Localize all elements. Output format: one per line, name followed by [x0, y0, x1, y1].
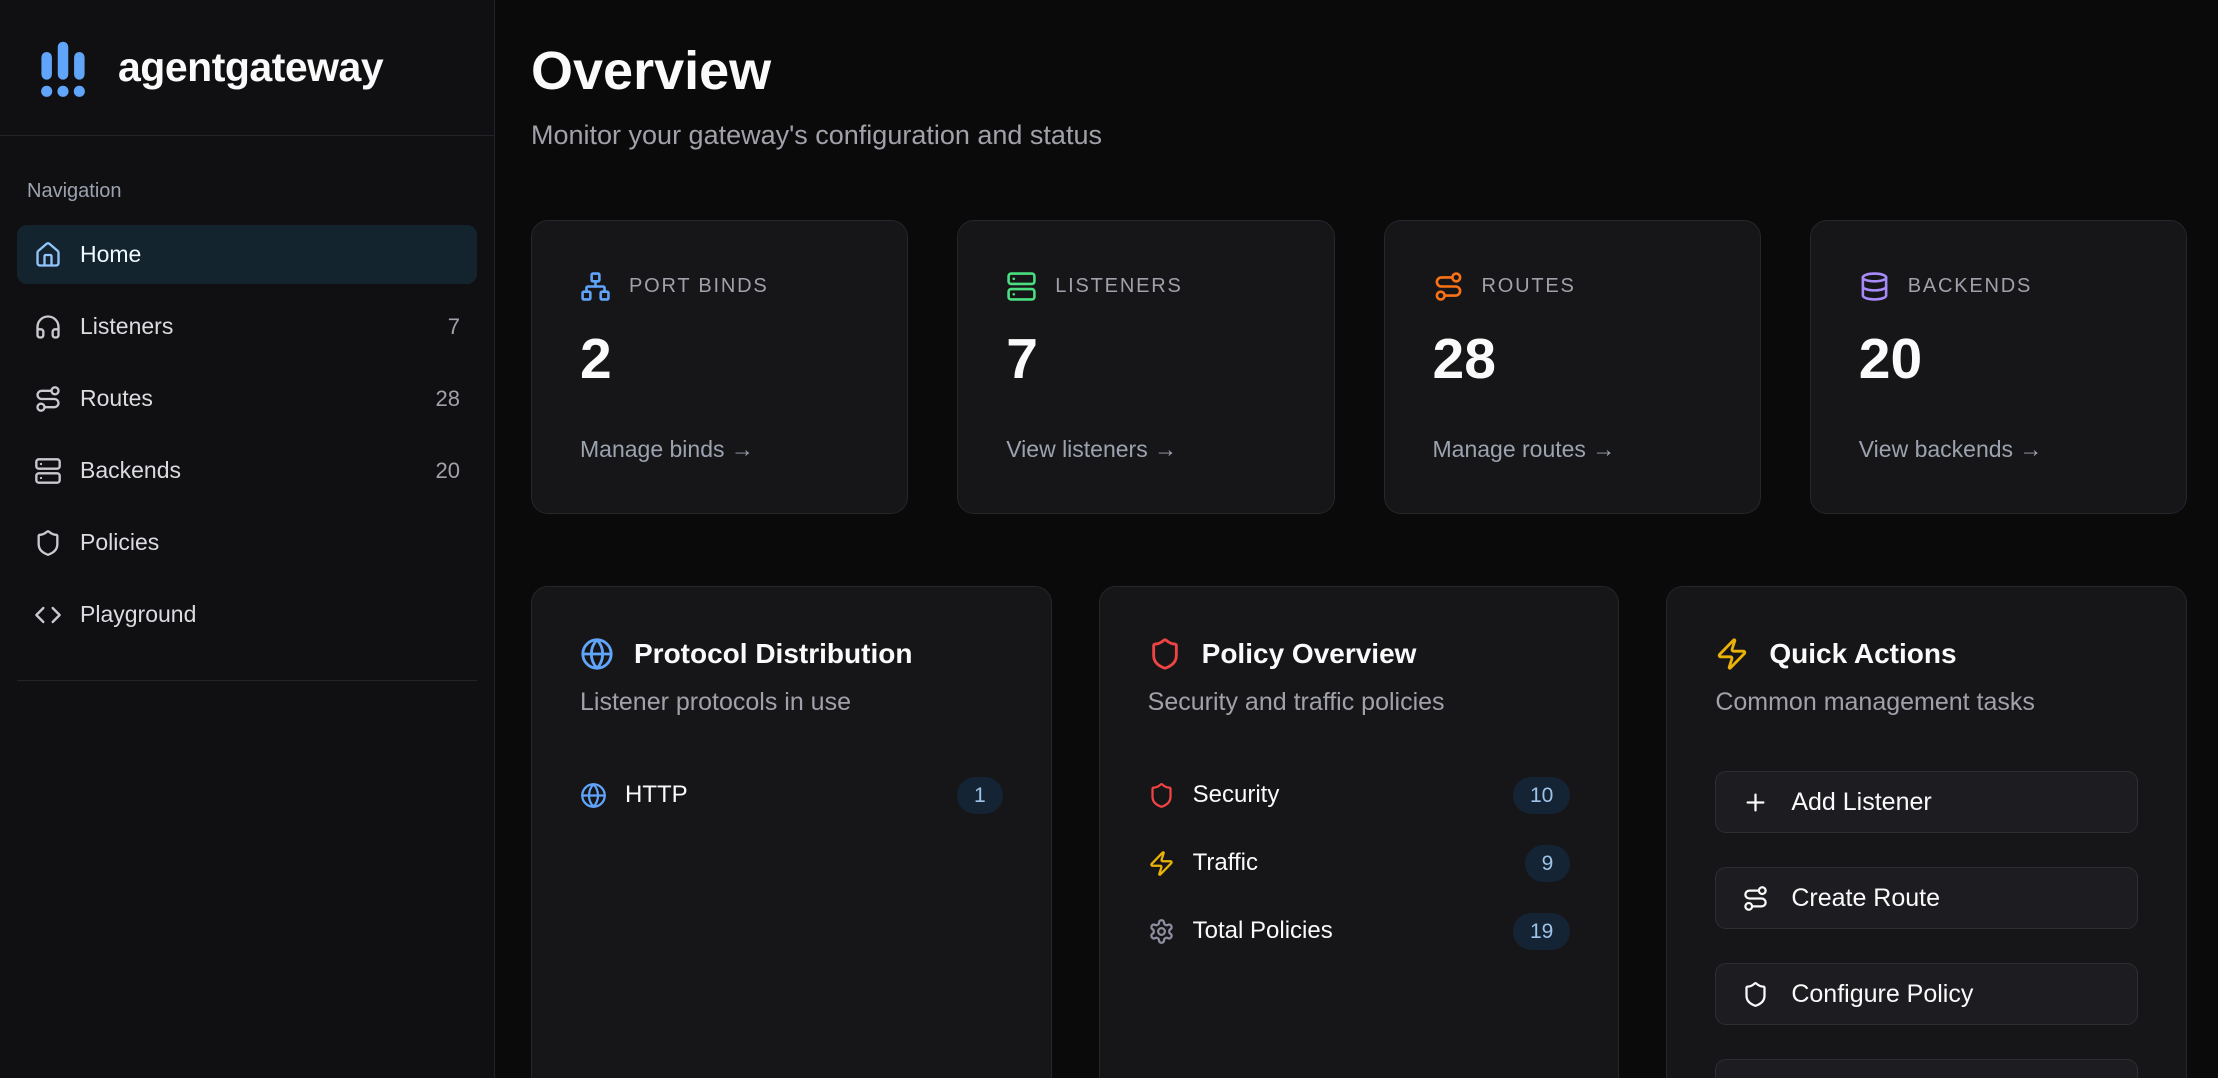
sidebar-header: agentgateway — [0, 0, 494, 136]
sidebar-item-label: Playground — [80, 601, 196, 628]
policy-count-badge: 10 — [1513, 777, 1570, 814]
panels-row: Protocol Distribution Listener protocols… — [531, 586, 2187, 1078]
manage-routes-link[interactable]: Manage routes → — [1433, 436, 1712, 463]
policy-row-traffic: Traffic 9 — [1148, 839, 1571, 887]
main-content: Overview Monitor your gateway's configur… — [495, 0, 2218, 1078]
protocol-count-badge: 1 — [957, 777, 1003, 814]
sidebar-item-label: Routes — [80, 385, 153, 412]
network-icon — [580, 271, 611, 302]
zap-icon — [1148, 850, 1175, 877]
route-icon — [1433, 271, 1464, 302]
protocol-row-http: HTTP 1 — [580, 771, 1003, 819]
stat-card-value: 28 — [1433, 326, 1712, 392]
sidebar-item-count: 28 — [436, 386, 460, 412]
quick-actions-card: Quick Actions Common management tasks Ad… — [1666, 586, 2187, 1078]
stat-card-port-binds: PORT BINDS 2 Manage binds → — [531, 220, 908, 514]
policy-row-security: Security 10 — [1148, 771, 1571, 819]
panel-title: Quick Actions — [1769, 638, 1956, 670]
sidebar-item-home[interactable]: Home — [17, 225, 477, 284]
sidebar-item-label: Policies — [80, 529, 159, 556]
headphones-icon — [34, 313, 62, 341]
policy-count-badge: 9 — [1525, 845, 1571, 882]
shield-icon — [1148, 637, 1182, 671]
policy-label: Total Policies — [1193, 917, 1333, 945]
panel-title: Policy Overview — [1202, 638, 1417, 670]
sidebar: agentgateway Navigation Home Listeners 7… — [0, 0, 495, 1078]
panel-subtitle: Security and traffic policies — [1148, 687, 1571, 717]
stat-card-label: ROUTES — [1482, 275, 1576, 298]
page-subtitle: Monitor your gateway's configuration and… — [531, 118, 2187, 152]
create-route-button[interactable]: Create Route — [1715, 867, 2138, 929]
sidebar-item-count: 20 — [436, 458, 460, 484]
panel-subtitle: Listener protocols in use — [580, 687, 1003, 717]
manage-binds-link[interactable]: Manage binds → — [580, 436, 859, 463]
agentgateway-logo-icon — [28, 33, 98, 103]
stat-card-value: 20 — [1859, 326, 2138, 392]
policy-label: Security — [1193, 781, 1280, 809]
globe-icon — [580, 637, 614, 671]
policy-label: Traffic — [1193, 849, 1258, 877]
shield-icon — [1742, 981, 1769, 1008]
stat-cards-row: PORT BINDS 2 Manage binds → LISTENERS 7 … — [531, 220, 2187, 514]
sidebar-item-label: Backends — [80, 457, 181, 484]
sidebar-item-listeners[interactable]: Listeners 7 — [17, 297, 477, 356]
sidebar-item-label: Listeners — [80, 313, 173, 340]
panel-subtitle: Common management tasks — [1715, 687, 2138, 717]
globe-icon — [580, 782, 607, 809]
stat-card-value: 2 — [580, 326, 859, 392]
sidebar-item-routes[interactable]: Routes 28 — [17, 369, 477, 428]
sidebar-divider — [17, 680, 477, 681]
policy-overview-card: Policy Overview Security and traffic pol… — [1099, 586, 1620, 1078]
sidebar-item-count: 7 — [448, 314, 460, 340]
page-title: Overview — [531, 40, 2187, 102]
plus-icon — [1742, 789, 1769, 816]
shield-icon — [1148, 782, 1175, 809]
add-listener-button[interactable]: Add Listener — [1715, 771, 2138, 833]
sidebar-nav: Navigation Home Listeners 7 Routes 28 Ba… — [0, 180, 494, 681]
stat-card-listeners: LISTENERS 7 View listeners → — [957, 220, 1334, 514]
brand-name: agentgateway — [118, 44, 383, 91]
nav-section-label: Navigation — [27, 180, 477, 203]
view-listeners-link[interactable]: View listeners → — [1006, 436, 1285, 463]
server-icon — [34, 457, 62, 485]
server-icon — [1006, 271, 1037, 302]
stat-card-label: LISTENERS — [1055, 275, 1182, 298]
route-icon — [34, 385, 62, 413]
quick-action-button-partial[interactable] — [1715, 1059, 2138, 1078]
sidebar-item-policies[interactable]: Policies — [17, 513, 477, 572]
sidebar-item-playground[interactable]: Playground — [17, 585, 477, 644]
sidebar-item-label: Home — [80, 241, 141, 268]
stat-card-backends: BACKENDS 20 View backends → — [1810, 220, 2187, 514]
stat-card-routes: ROUTES 28 Manage routes → — [1384, 220, 1761, 514]
configure-policy-button[interactable]: Configure Policy — [1715, 963, 2138, 1025]
code-icon — [34, 601, 62, 629]
stat-card-label: PORT BINDS — [629, 275, 769, 298]
stat-card-label: BACKENDS — [1908, 275, 2032, 298]
sidebar-item-backends[interactable]: Backends 20 — [17, 441, 477, 500]
stat-card-value: 7 — [1006, 326, 1285, 392]
shield-icon — [34, 529, 62, 557]
route-icon — [1742, 885, 1769, 912]
policy-row-total: Total Policies 19 — [1148, 907, 1571, 955]
database-icon — [1859, 271, 1890, 302]
policy-count-badge: 19 — [1513, 913, 1570, 950]
home-icon — [34, 241, 62, 269]
protocol-distribution-card: Protocol Distribution Listener protocols… — [531, 586, 1052, 1078]
panel-title: Protocol Distribution — [634, 638, 912, 670]
zap-icon — [1715, 637, 1749, 671]
protocol-label: HTTP — [625, 781, 688, 809]
view-backends-link[interactable]: View backends → — [1859, 436, 2138, 463]
gear-icon — [1148, 918, 1175, 945]
